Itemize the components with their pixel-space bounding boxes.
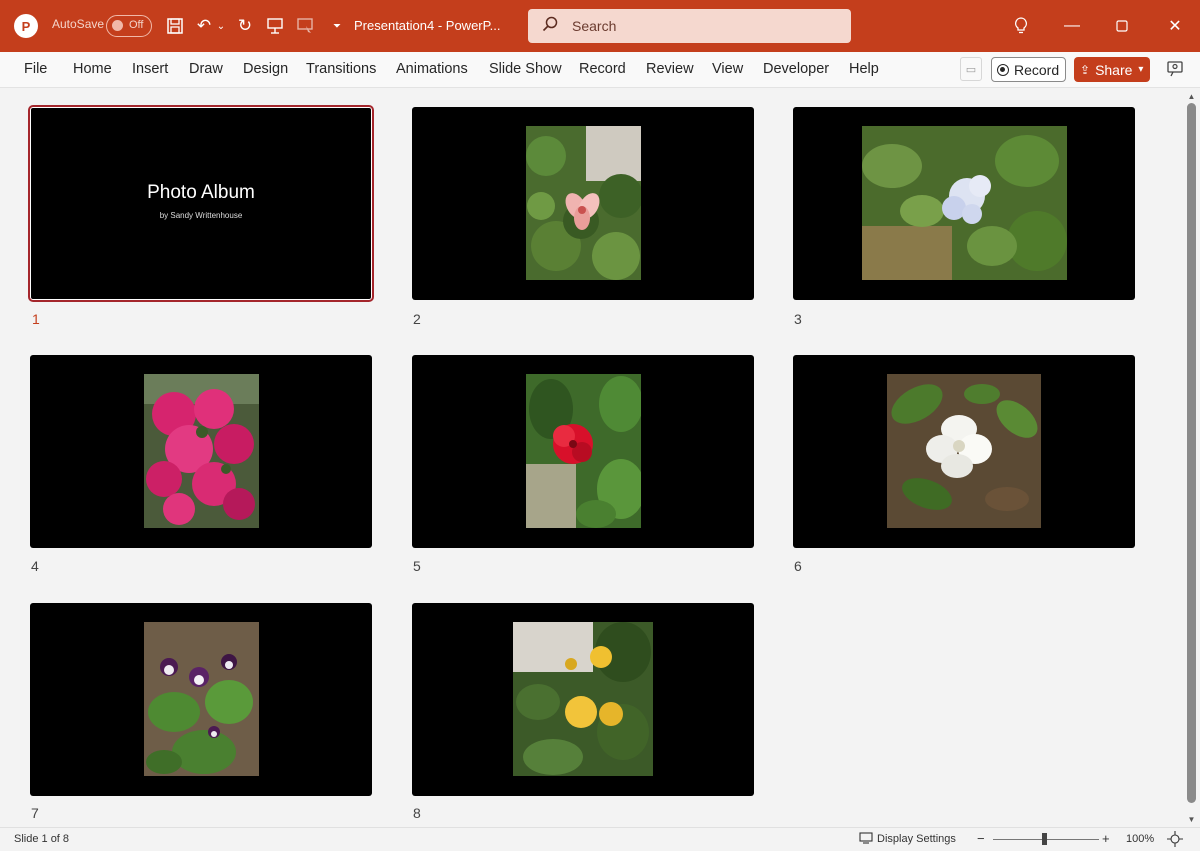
tab-help[interactable]: Help [849,61,879,77]
fit-to-window-icon[interactable] [1167,831,1183,850]
slide-thumbnail-8[interactable] [412,603,754,796]
flower-photo-pink-lily [526,126,641,280]
slide-number: 7 [31,805,39,821]
slide-number: 1 [32,311,40,327]
slide-thumbnail-7[interactable] [30,603,372,796]
slide-number: 2 [413,311,421,327]
flower-photo-bougainvillea [144,374,259,528]
search-box[interactable] [528,9,851,43]
minimize-icon[interactable]: — [1047,0,1097,52]
present-icon[interactable] [264,14,286,38]
status-bar: Slide 1 of 8 Display Settings − + 100% [0,827,1200,851]
close-icon[interactable]: ✕ [1150,0,1200,52]
document-title: Presentation4 - PowerP... [354,18,501,33]
slide-number: 5 [413,558,421,574]
title-bar: P AutoSave Off ↶ ⌄ ↻ ⏷ Presentation4 - P… [0,0,1200,52]
comments-button[interactable]: ▭ [960,57,982,81]
tab-draw[interactable]: Draw [189,61,223,77]
slide-number: 4 [31,558,39,574]
autosave-label: AutoSave [52,17,105,31]
share-icon: ⇪ [1080,62,1091,77]
slideshow-icon[interactable] [294,14,316,38]
record-button[interactable]: Record [991,57,1066,82]
redo-icon[interactable]: ↻ [234,14,256,38]
autosave-state: Off [129,19,144,31]
zoom-out-button[interactable]: − [977,831,985,846]
tab-home[interactable]: Home [73,61,112,77]
slide-count: Slide 1 of 8 [14,833,70,845]
comment-icon: ▭ [965,63,977,76]
tab-developer[interactable]: Developer [763,61,829,77]
slide-thumbnail-3[interactable] [793,107,1135,300]
lightbulb-icon[interactable] [996,0,1046,52]
album-subtitle: by Sandy Writtenhouse [159,211,243,220]
slide-thumbnail-6[interactable] [793,355,1135,548]
slide-number: 8 [413,805,421,821]
share-label: Share [1095,61,1133,78]
scroll-thumb[interactable] [1187,103,1196,803]
tab-file[interactable]: File [24,61,47,77]
vertical-scrollbar[interactable]: ▲ ▼ [1183,89,1200,827]
toggle-knob [112,20,123,31]
powerpoint-logo-icon[interactable]: P [14,14,38,38]
tab-animations[interactable]: Animations [396,61,468,77]
tab-view[interactable]: View [712,61,743,77]
search-input[interactable] [572,18,832,34]
flower-photo-plumbago [862,126,1067,280]
slide-sorter: Photo Album by Sandy Writtenhouse 1 2 3 … [0,89,1183,827]
record-label: Record [1014,61,1060,78]
scroll-down-icon[interactable]: ▼ [1186,814,1197,825]
slide-thumbnail-4[interactable] [30,355,372,548]
zoom-level[interactable]: 100% [1126,833,1154,845]
undo-dropdown-icon[interactable]: ⌄ [214,14,228,38]
slide-number: 6 [794,558,802,574]
display-settings-button[interactable]: Display Settings [877,833,956,845]
maximize-icon[interactable] [1097,0,1147,52]
flower-photo-torenia [144,622,259,776]
album-title: Photo Album [147,182,255,203]
record-icon [997,63,1009,76]
scroll-up-icon[interactable]: ▲ [1186,91,1197,102]
tab-review[interactable]: Review [646,61,694,77]
tab-record[interactable]: Record [579,61,626,77]
slide-thumbnail-1[interactable]: Photo Album by Sandy Writtenhouse [30,107,372,300]
flower-photo-hibiscus [526,374,641,528]
zoom-slider-thumb[interactable] [1042,833,1047,845]
display-settings-icon[interactable] [859,832,873,847]
slide-number: 3 [794,311,802,327]
undo-icon[interactable]: ↶ [193,14,215,38]
zoom-in-button[interactable]: + [1102,831,1110,846]
flower-photo-gardenia [887,374,1041,528]
tab-design[interactable]: Design [243,61,288,77]
tab-slide-show[interactable]: Slide Show [489,61,562,77]
chevron-down-icon: ▾ [1138,64,1144,75]
autosave-toggle[interactable]: Off [106,15,152,37]
coauthoring-icon[interactable] [1164,58,1186,80]
tab-insert[interactable]: Insert [132,61,168,77]
search-icon [542,16,560,36]
customize-qat-icon[interactable]: ⏷ [326,14,348,38]
save-icon[interactable] [164,14,186,38]
tab-transitions[interactable]: Transitions [306,61,376,77]
slide-thumbnail-5[interactable] [412,355,754,548]
flower-photo-ixora [513,622,653,776]
slide-thumbnail-2[interactable] [412,107,754,300]
share-button[interactable]: ⇪ Share ▾ [1074,57,1150,82]
